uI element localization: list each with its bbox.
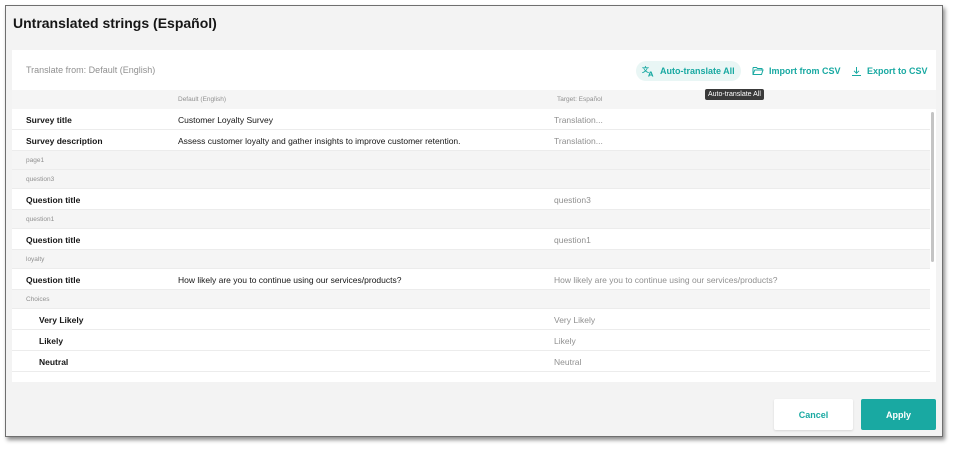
import-from-csv-button[interactable]: Import from CSV xyxy=(746,61,847,81)
group-label: page1 xyxy=(26,157,45,164)
string-name: Question title xyxy=(26,235,81,245)
group-header: question1 xyxy=(12,210,930,229)
auto-translate-all-button[interactable]: 文 A Auto-translate All xyxy=(636,61,741,81)
cancel-button[interactable]: Cancel xyxy=(774,399,853,430)
auto-translate-tooltip: Auto-translate All xyxy=(705,89,764,100)
string-name: Neutral xyxy=(39,357,69,367)
table-row: Question title question1 xyxy=(12,229,930,250)
string-name: Very Likely xyxy=(39,315,84,325)
table-row: Neutral Neutral xyxy=(12,351,930,372)
translation-panel: Translate from: Default (English) 文 A Au… xyxy=(12,50,936,382)
table-row: Question title question3 xyxy=(12,189,930,210)
import-from-csv-label: Import from CSV xyxy=(769,66,841,76)
download-icon xyxy=(852,66,861,76)
translate-from-label[interactable]: Translate from: Default (English) xyxy=(26,65,155,75)
group-header: question3 xyxy=(12,170,930,189)
group-label: question1 xyxy=(26,216,55,223)
default-text: Assess customer loyalty and gather insig… xyxy=(178,136,461,146)
export-to-csv-button[interactable]: Export to CSV xyxy=(845,61,934,81)
group-label: Choices xyxy=(26,296,50,303)
translation-input[interactable]: How likely are you to continue using our… xyxy=(554,275,777,285)
string-name: Question title xyxy=(26,275,81,285)
translation-input[interactable]: Very Likely xyxy=(554,315,595,325)
group-header: Choices xyxy=(12,290,930,309)
string-name: Question title xyxy=(26,195,81,205)
translation-input[interactable]: question3 xyxy=(554,195,591,205)
column-header-target: Target: Español xyxy=(557,96,603,103)
group-label: question3 xyxy=(26,176,55,183)
string-name: Survey description xyxy=(26,136,103,146)
default-text: Customer Loyalty Survey xyxy=(178,115,273,125)
translate-icon: 文 A xyxy=(642,65,654,78)
translation-rows: Survey title Customer Loyalty Survey Tra… xyxy=(12,109,930,372)
dialog-title: Untranslated strings (Español) xyxy=(13,15,217,31)
group-header: loyalty xyxy=(12,250,930,269)
translation-input[interactable]: Translation... xyxy=(554,115,603,125)
auto-translate-all-label: Auto-translate All xyxy=(660,66,735,76)
table-row: Very Likely Very Likely xyxy=(12,309,930,330)
scrollbar-thumb[interactable] xyxy=(931,112,934,262)
table-row: Likely Likely xyxy=(12,330,930,351)
string-name: Likely xyxy=(39,336,64,346)
translation-input[interactable]: question1 xyxy=(554,235,591,245)
table-row: Survey description Assess customer loyal… xyxy=(12,130,930,151)
table-row: Survey title Customer Loyalty Survey Tra… xyxy=(12,109,930,130)
vertical-scrollbar[interactable] xyxy=(930,110,936,382)
column-header-default: Default (English) xyxy=(178,96,227,103)
translation-input[interactable]: Neutral xyxy=(554,357,581,367)
group-label: loyalty xyxy=(26,256,45,263)
default-text: How likely are you to continue using our… xyxy=(178,275,402,285)
group-header: page1 xyxy=(12,151,930,170)
export-to-csv-label: Export to CSV xyxy=(867,66,928,76)
column-header: Default (English) Target: Español xyxy=(12,90,936,109)
translation-toolbar: Translate from: Default (English) 文 A Au… xyxy=(12,50,936,90)
translation-input[interactable]: Translation... xyxy=(554,136,603,146)
string-name: Survey title xyxy=(26,115,72,125)
translation-dialog: Untranslated strings (Español) Translate… xyxy=(5,5,943,437)
folder-open-icon xyxy=(752,67,764,75)
translation-input[interactable]: Likely xyxy=(554,336,576,346)
svg-text:A: A xyxy=(648,71,654,78)
apply-button[interactable]: Apply xyxy=(861,399,936,430)
table-row: Question title How likely are you to con… xyxy=(12,269,930,290)
